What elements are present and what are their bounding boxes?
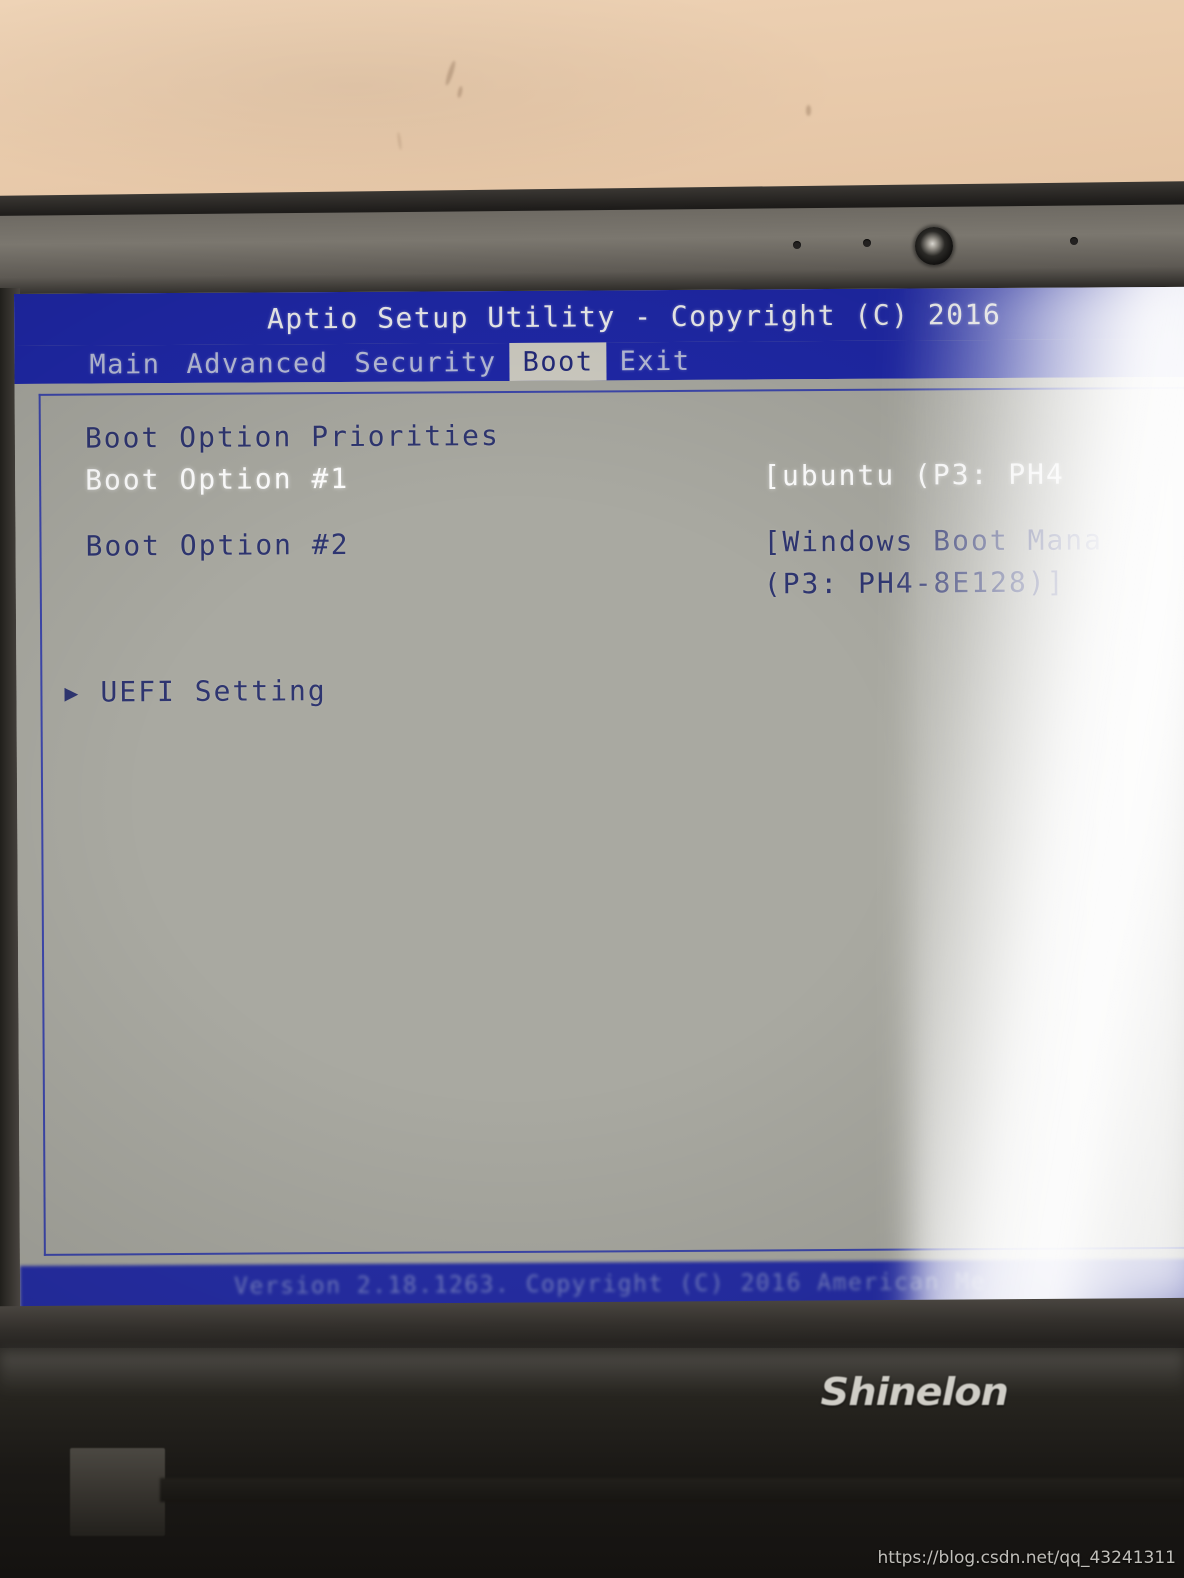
tab-exit-label: Exit — [619, 345, 691, 377]
section-heading: Boot Option Priorities — [84, 419, 500, 455]
tab-boot[interactable]: Boot — [509, 342, 607, 381]
tab-security-label: Security — [354, 346, 497, 379]
webcam-icon — [914, 226, 954, 266]
tab-advanced-label: Advanced — [186, 347, 329, 380]
wall-blemish — [396, 131, 403, 151]
wall-blemish — [806, 105, 811, 116]
boot-option-2-row[interactable]: Boot Option #2 [Windows Boot Mana (P3: P… — [85, 519, 1184, 610]
tab-exit[interactable]: Exit — [606, 342, 703, 381]
tab-boot-label: Boot — [522, 345, 594, 378]
tab-security[interactable]: Security — [341, 343, 509, 382]
page-title: Aptio Setup Utility - Copyright (C) 2016 — [266, 297, 1002, 335]
row-spacer — [86, 603, 1184, 672]
uefi-setting-row[interactable]: ▶ UEFI Setting — [64, 665, 1184, 716]
watermark-url: https://blog.csdn.net/qq_43241311 — [877, 1548, 1176, 1568]
wall-blemish — [444, 59, 457, 87]
submenu-arrow-icon: ▶ — [64, 680, 81, 707]
brand-logo: Shinelon — [820, 1370, 1009, 1414]
bios-version-text: Version 2.18.1263. Copyright (C) 2016 Am… — [233, 1269, 987, 1300]
uefi-setting-label: UEFI Setting — [100, 674, 327, 709]
boot-option-2-value[interactable]: [Windows Boot Mana (P3: PH4-8E128)] — [763, 519, 1103, 605]
photo-of-laptop-screen: Aptio Setup Utility - Copyright (C) 2016… — [0, 0, 1184, 1578]
microphone-hole-icon — [793, 241, 801, 249]
microphone-hole-icon — [863, 239, 871, 247]
boot-option-2-label: Boot Option #2 — [85, 527, 350, 563]
boot-option-2-value-line1: [Windows Boot Mana — [763, 523, 1104, 559]
section-heading-row: Boot Option Priorities — [85, 411, 1184, 460]
bios-title-bar: Aptio Setup Utility - Copyright (C) 2016 — [14, 286, 1184, 346]
laptop-hinge-rail — [160, 1478, 1184, 1502]
boot-settings-panel: Boot Option Priorities Boot Option #1 [u… — [38, 386, 1184, 1256]
boot-option-1-row[interactable]: Boot Option #1 [ubuntu (P3: PH4 — [85, 453, 1184, 502]
screen-bezel-top — [0, 204, 1184, 298]
wall-blemish — [456, 85, 464, 99]
boot-option-1-label: Boot Option #1 — [85, 461, 350, 497]
tab-main-label: Main — [89, 348, 161, 381]
bios-screen: Aptio Setup Utility - Copyright (C) 2016… — [14, 286, 1184, 1310]
bios-content-area: Boot Option Priorities Boot Option #1 [u… — [14, 376, 1184, 1260]
boot-option-2-value-line2: (P3: PH4-8E128)] — [763, 565, 1066, 601]
indicator-led-icon — [1070, 237, 1078, 245]
laptop-hinge — [70, 1448, 165, 1536]
tab-main[interactable]: Main — [76, 345, 173, 384]
boot-option-1-value[interactable]: [ubuntu (P3: PH4 — [763, 454, 1065, 498]
tab-advanced[interactable]: Advanced — [173, 344, 341, 383]
wall-background — [0, 0, 1184, 214]
